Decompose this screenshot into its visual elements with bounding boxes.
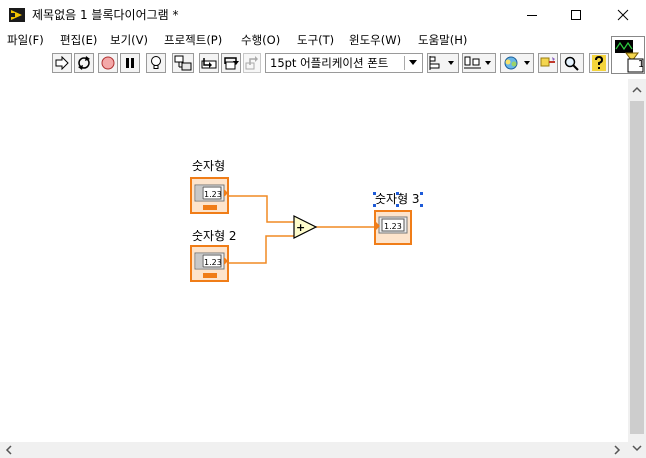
menu-window[interactable]: 윈도우(W) (349, 32, 401, 48)
step-out-button[interactable] (243, 53, 261, 73)
menu-view[interactable]: 보기(V) (110, 32, 148, 48)
window-title: 제목없음 1 블록다이어그램 * (32, 8, 179, 22)
menu-operate[interactable]: 수행(O) (241, 32, 280, 48)
step-out-icon (245, 56, 258, 70)
run-button[interactable] (52, 53, 72, 73)
close-icon (617, 9, 629, 21)
control1-value-text: 1.23 (204, 190, 222, 199)
toolbar: 15pt 어플리케이션 폰트 (0, 51, 610, 78)
control1-terminal[interactable]: 1.23 (190, 177, 230, 215)
connector-pane-number: 1 (638, 59, 645, 70)
wires-layer (228, 195, 376, 264)
context-help-button[interactable] (589, 53, 609, 73)
chevron-down-icon (409, 60, 417, 65)
vertical-scroll-thumb[interactable] (630, 101, 644, 434)
step-over-icon (224, 57, 239, 70)
font-settings-dropdown[interactable]: 15pt 어플리케이션 폰트 (265, 53, 423, 73)
scroll-down-icon[interactable] (628, 441, 646, 455)
step-into-icon (201, 58, 217, 69)
title-bar: 제목없음 1 블록다이어그램 * (0, 0, 646, 30)
scroll-right-icon[interactable] (610, 442, 624, 458)
run-arrow-icon (55, 56, 69, 70)
magnifier-icon (564, 56, 579, 71)
menu-help[interactable]: 도움말(H) (418, 32, 467, 48)
indicator-terminal[interactable]: 1.23 (374, 210, 414, 246)
wire-control1-to-add[interactable] (228, 195, 295, 223)
control1-label[interactable]: 숫자형 (192, 159, 225, 174)
menu-bar: 파일(F) 편집(E) 보기(V) 프로젝트(P) 수행(O) 도구(T) 윈도… (0, 30, 610, 50)
help-question-icon (592, 55, 606, 71)
clean-up-diagram-button[interactable] (538, 53, 558, 73)
lightbulb-icon (151, 56, 161, 69)
reorder-icon (504, 56, 530, 70)
abort-button[interactable] (98, 53, 118, 73)
zoom-button[interactable] (560, 53, 584, 73)
step-over-button[interactable] (221, 53, 241, 73)
vi-icon-connector-pane[interactable]: 1 (611, 36, 645, 74)
run-continuously-button[interactable] (74, 53, 94, 73)
horizontal-scrollbar[interactable] (0, 442, 628, 458)
indicator-value-text: 1.23 (384, 222, 402, 231)
labview-app-icon (9, 8, 25, 22)
run-continuously-icon (78, 56, 90, 70)
retain-wire-values-icon (174, 55, 192, 71)
dropdown-separator (404, 56, 405, 70)
highlight-execution-button[interactable] (146, 53, 166, 73)
align-objects-icon (429, 56, 454, 70)
menu-tools[interactable]: 도구(T) (297, 32, 334, 48)
wire-control2-to-add[interactable] (228, 235, 295, 264)
vertical-scrollbar[interactable] (628, 79, 646, 458)
menu-project[interactable]: 프로젝트(P) (164, 32, 222, 48)
align-objects-button[interactable] (427, 53, 459, 73)
distribute-objects-button[interactable] (462, 53, 496, 73)
menu-edit[interactable]: 편집(E) (60, 32, 97, 48)
distribute-objects-icon (464, 56, 491, 69)
clean-up-diagram-icon (540, 57, 555, 67)
close-button[interactable] (600, 0, 646, 30)
scroll-up-icon[interactable] (628, 83, 646, 97)
maximize-button[interactable] (553, 0, 599, 30)
scroll-left-icon[interactable] (2, 442, 16, 458)
minimize-button[interactable] (509, 0, 555, 30)
control2-value-text: 1.23 (204, 258, 222, 267)
control2-label[interactable]: 숫자형 2 (192, 229, 237, 244)
abort-stop-icon (101, 56, 115, 70)
add-function-node[interactable]: + (293, 215, 319, 239)
retain-wire-values-button[interactable] (172, 53, 194, 73)
add-symbol: + (296, 221, 305, 234)
indicator-label-selection-handles (373, 192, 423, 207)
maximize-icon (571, 10, 581, 20)
reorder-button[interactable] (500, 53, 534, 73)
pause-button[interactable] (120, 53, 140, 73)
step-into-button[interactable] (199, 53, 219, 73)
menu-file[interactable]: 파일(F) (7, 32, 44, 48)
block-diagram-canvas[interactable]: 숫자형 1.23 숫자형 2 1.23 + 숫자형 3 1.23 (0, 79, 628, 442)
pause-icon (126, 58, 134, 68)
font-settings-label: 15pt 어플리케이션 폰트 (270, 56, 389, 70)
control2-terminal[interactable]: 1.23 (190, 245, 230, 283)
minimize-icon (527, 15, 537, 16)
